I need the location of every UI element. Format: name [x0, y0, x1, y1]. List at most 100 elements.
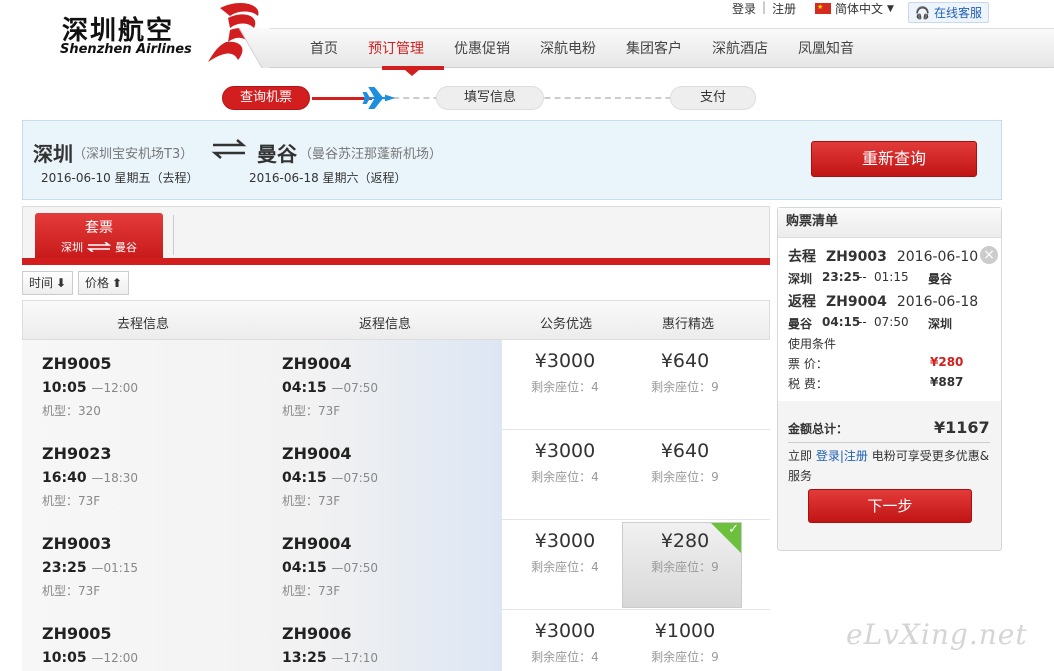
economy-fare-seats: 剩余座位：9 [651, 380, 719, 394]
tax-value: ¥887 [930, 375, 964, 389]
online-service-label: 在线客服 [933, 6, 982, 20]
account-links: 登录 | 注册 [732, 0, 796, 17]
return-arr-time: —07:50 [331, 561, 379, 575]
return-aircraft: 机型：73F [282, 404, 341, 418]
economy-fare-price[interactable]: ¥1000 [630, 620, 740, 642]
business-fare-seats: 剩余座位：4 [531, 560, 599, 574]
total-value: ¥1167 [934, 418, 990, 437]
economy-fare-price[interactable]: ¥280 [630, 530, 740, 552]
cart-outbound-from: 深圳 [788, 272, 813, 286]
nav-item-booking[interactable]: 预订管理 [368, 38, 424, 58]
return-flight-no: ZH9006 [282, 624, 352, 643]
link-separator: | [762, 0, 767, 14]
economy-fare-price[interactable]: ¥640 [630, 350, 740, 372]
flight-table-header: 去程信息 返程信息 公务优选 惠行精选 [22, 300, 770, 340]
cart-title: 购票清单 [778, 208, 1001, 238]
login-link[interactable]: 登录 [732, 0, 756, 17]
nav-item-phoenix-miles[interactable]: 凤凰知音 [798, 38, 854, 58]
cart-outbound-detail: 深圳 23:25 -- 01:15 曼谷 [788, 270, 952, 287]
tab-divider [173, 215, 174, 255]
nav-item-fans[interactable]: 深航电粉 [540, 38, 596, 58]
sort-time-label: 时间 [29, 276, 54, 290]
business-fare-price[interactable]: ¥3000 [510, 620, 620, 642]
return-aircraft: 机型：73F [282, 494, 341, 508]
return-arr-time: —07:50 [331, 471, 379, 485]
outbound-aircraft: 机型：73F [42, 494, 101, 508]
outbound-flight-no: ZH9005 [42, 354, 112, 373]
nav-item-corporate[interactable]: 集团客户 [626, 38, 682, 58]
outbound-dep-time: 10:05 [42, 380, 87, 396]
language-label: 简体中文 [835, 2, 884, 16]
next-step-button[interactable]: 下一步 [808, 489, 972, 523]
online-service-button[interactable]: 🎧 在线客服 [908, 2, 989, 23]
tab-package-route: 深圳 曼谷 [35, 239, 163, 255]
business-fare-price[interactable]: ¥3000 [510, 530, 620, 552]
sort-by-time-button[interactable]: 时间 ⬇ [22, 271, 74, 295]
header-business-fare: 公务优选 [540, 317, 593, 332]
return-date: 2016-06-18 星期六（返程） [249, 171, 407, 185]
header-outbound: 去程信息 [117, 317, 170, 332]
outbound-dep-time: 16:40 [42, 470, 87, 486]
economy-fare-price[interactable]: ¥640 [630, 440, 740, 462]
booking-progress: 查询机票 填写信息 支付 [222, 86, 756, 110]
flight-row-selected: ZH9003 23:25 —01:15 机型：73F ZH9004 04:15 … [22, 520, 770, 610]
nav-item-promotions[interactable]: 优惠促销 [454, 38, 510, 58]
business-fare-price[interactable]: ¥3000 [510, 440, 620, 462]
destination-city: 曼谷 [257, 142, 297, 166]
arrow-up-icon: ⬆ [112, 276, 123, 290]
tab-underline [22, 258, 770, 265]
return-dep-time: 04:15 [282, 470, 327, 486]
header-economy-fare: 惠行精选 [662, 317, 715, 332]
usage-conditions-link[interactable]: 使用条件 [788, 335, 836, 352]
airline-logo[interactable]: 深圳航空 Shenzhen Airlines [40, 2, 270, 74]
login-register-link[interactable]: 登录|注册 [816, 449, 868, 463]
outbound-flight-no: ZH9023 [42, 444, 112, 463]
cart-outbound-flight-no: ZH9003 [826, 249, 887, 265]
sort-by-price-button[interactable]: 价格 ⬆ [78, 271, 130, 295]
register-link[interactable]: 注册 [772, 0, 796, 17]
outbound-flight-no: ZH9005 [42, 624, 112, 643]
active-nav-pointer [405, 70, 419, 76]
business-fare-seats: 剩余座位：4 [531, 470, 599, 484]
login-promo-note: 立即 登录|注册 电粉可享受更多优惠&服务 [788, 446, 993, 486]
round-trip-arrows-icon [211, 139, 247, 159]
cart-outbound-dep: 23:25 [822, 270, 861, 284]
business-fare-price[interactable]: ¥3000 [510, 350, 620, 372]
return-times: 04:15 —07:50 [282, 380, 378, 396]
china-flag-icon [815, 3, 831, 14]
cart-outbound-sep: -- [858, 270, 867, 284]
caret-down-icon: ▼ [887, 3, 894, 14]
cart-body: 去程 ZH9003 2016-06-10 × 深圳 23:25 -- 01:15… [778, 238, 1001, 401]
language-selector[interactable]: 简体中文 ▼ [815, 0, 894, 17]
tab-package[interactable]: 套票 深圳 曼谷 [35, 213, 163, 261]
step-fill-info: 填写信息 [436, 86, 544, 110]
total-divider [788, 442, 990, 443]
outbound-times: 10:05 —12:00 [42, 650, 138, 666]
remove-close-icon[interactable]: × [980, 246, 998, 264]
cart-outbound-label: 去程 [788, 249, 816, 265]
fare-tabs: 套票 深圳 曼谷 [22, 206, 770, 264]
logo-english-text: Shenzhen Airlines [60, 42, 192, 57]
cart-return-sep: -- [858, 315, 867, 329]
outbound-arr-time: —01:15 [91, 561, 139, 575]
requery-button[interactable]: 重新查询 [811, 141, 977, 177]
cart-return-flight-no: ZH9004 [826, 294, 887, 310]
cart-outbound-arr: 01:15 [874, 270, 909, 284]
destination-airport: （曼谷苏汪那蓬新机场） [299, 147, 443, 162]
swap-arrows-icon [87, 242, 111, 252]
nav-item-home[interactable]: 首页 [310, 38, 338, 58]
nav-item-hotel[interactable]: 深航酒店 [712, 38, 768, 58]
search-summary: 深圳 （深圳宝安机场T3） 曼谷 （曼谷苏汪那蓬新机场） 2016-06-10 … [22, 120, 1002, 200]
total-label: 金额总计： [788, 422, 849, 436]
flight-row: ZH9005 10:05 —12:00 ZH9006 13:25 —17:10 … [22, 610, 770, 671]
return-dep-time: 04:15 [282, 380, 327, 396]
tab-destination: 曼谷 [115, 241, 137, 254]
return-dep-time: 04:15 [282, 560, 327, 576]
cart-outbound-header: 去程 ZH9003 2016-06-10 [788, 246, 978, 266]
outbound-aircraft: 机型：320 [42, 404, 101, 418]
outbound-flight-no: ZH9003 [42, 534, 112, 553]
outbound-dep-time: 10:05 [42, 650, 87, 666]
fare-value: ¥280 [930, 355, 964, 369]
step-payment: 支付 [670, 86, 756, 110]
depart-date: 2016-06-10 星期五（去程） [41, 171, 199, 185]
